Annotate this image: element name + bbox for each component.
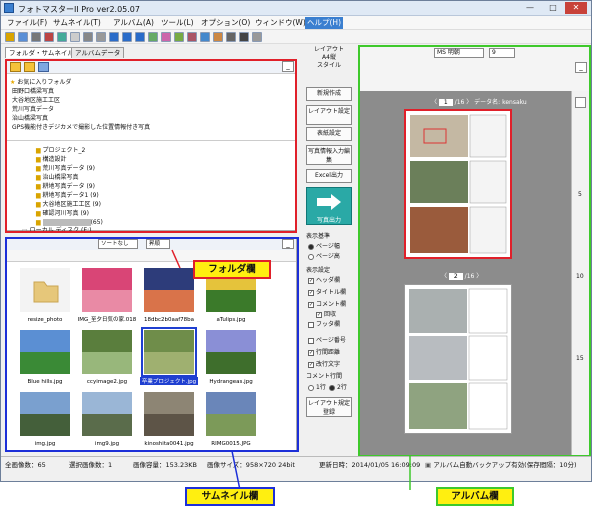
callout-lines xyxy=(171,249,411,491)
album-callout: アルバム欄 xyxy=(436,487,514,506)
thumbnail-callout: サムネイル欄 xyxy=(185,487,275,506)
folder-callout: フォルダ欄 xyxy=(193,260,271,279)
